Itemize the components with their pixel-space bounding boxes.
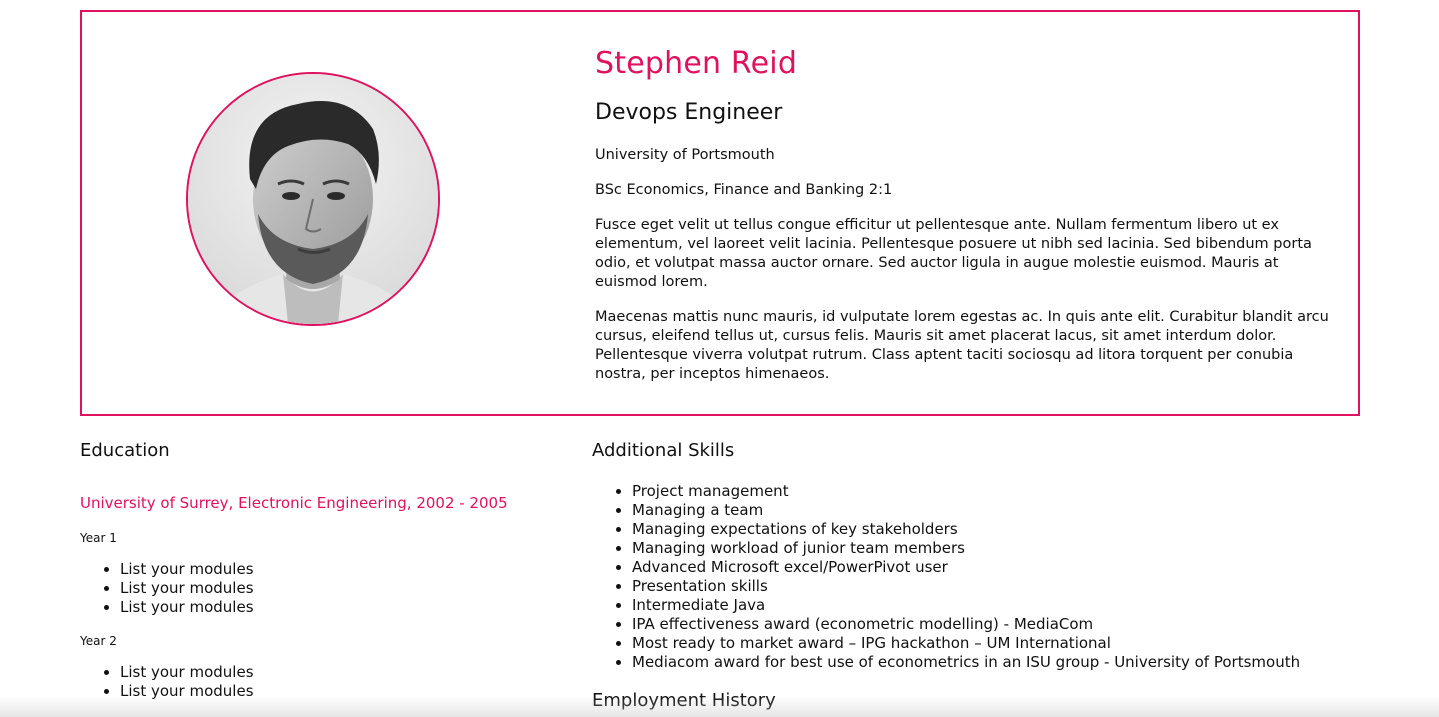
bio-paragraph: Maecenas mattis nunc mauris, id vulputat… [595, 309, 1329, 382]
education-heading: Education [80, 440, 170, 461]
skill-item: Presentation skills [632, 577, 1352, 596]
profile-card: Stephen Reid Devops Engineer University … [80, 10, 1360, 416]
module-item: List your modules [120, 598, 560, 617]
module-list: List your modules List your modules [80, 663, 560, 701]
module-list: List your modules List your modules List… [80, 560, 560, 617]
skill-item: Most ready to market award – IPG hackath… [632, 634, 1352, 653]
education-entry-title: University of Surrey, Electronic Enginee… [80, 494, 508, 512]
year-label: Year 1 [80, 531, 117, 545]
profile-name: Stephen Reid [595, 46, 798, 81]
skills-heading: Additional Skills [592, 440, 735, 461]
bio-paragraph: Fusce eget velit ut tellus congue effici… [595, 217, 1312, 290]
skill-item: Advanced Microsoft excel/PowerPivot user [632, 558, 1352, 577]
cv-page: Stephen Reid Devops Engineer University … [0, 0, 1439, 717]
skill-item: Managing a team [632, 501, 1352, 520]
module-item: List your modules [120, 663, 560, 682]
skill-item: Mediacom award for best use of econometr… [632, 653, 1352, 672]
degree-text: BSc Economics, Finance and Banking 2:1 [595, 182, 893, 198]
skill-item: Project management [632, 482, 1352, 501]
skill-item: IPA effectiveness award (econometric mod… [632, 615, 1352, 634]
module-item: List your modules [120, 560, 560, 579]
year-label: Year 2 [80, 634, 117, 648]
university-text: University of Portsmouth [595, 147, 775, 163]
module-item: List your modules [120, 579, 560, 598]
module-item: List your modules [120, 682, 560, 701]
employment-heading: Employment History [592, 690, 776, 711]
profile-photo [186, 72, 440, 326]
skills-list: Project management Managing a team Manag… [592, 482, 1352, 672]
job-title: Devops Engineer [595, 100, 783, 125]
education-section: Education University of Surrey, Electron… [80, 438, 560, 701]
profile-intro: Stephen Reid Devops Engineer University … [595, 42, 1335, 384]
skill-item: Intermediate Java [632, 596, 1352, 615]
skill-item: Managing expectations of key stakeholder… [632, 520, 1352, 539]
skills-section: Additional Skills Project management Man… [592, 438, 1352, 714]
skill-item: Managing workload of junior team members [632, 539, 1352, 558]
